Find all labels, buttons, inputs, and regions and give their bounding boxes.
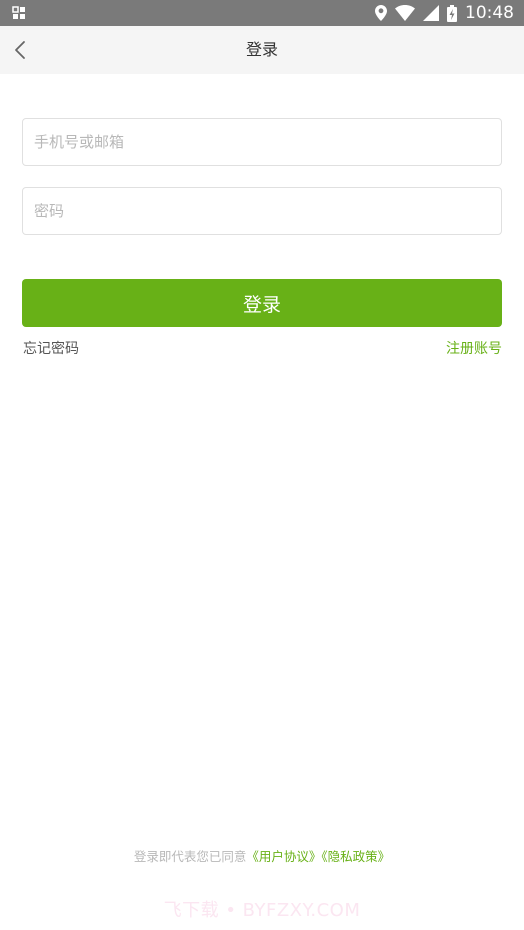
- phone-email-field[interactable]: [22, 118, 502, 166]
- status-bar: 10:48: [0, 0, 524, 26]
- privacy-policy-link[interactable]: 《隐私政策》: [321, 849, 390, 864]
- user-agreement-link[interactable]: 《用户协议》: [246, 849, 321, 864]
- page-title: 登录: [245, 40, 278, 59]
- nav-bar: 登录: [0, 26, 524, 74]
- password-field[interactable]: [22, 187, 502, 235]
- location-icon: [375, 5, 387, 21]
- forgot-password-link[interactable]: 忘记密码: [23, 338, 79, 358]
- notification-grid-icon: [12, 6, 25, 19]
- wifi-icon: [395, 5, 415, 21]
- battery-charging-icon: [447, 4, 457, 22]
- status-time: 10:48: [465, 3, 514, 23]
- login-button[interactable]: 登录: [22, 279, 502, 327]
- status-icons: 10:48: [375, 0, 514, 26]
- password-input[interactable]: [23, 188, 501, 234]
- agreement-prefix: 登录即代表您已同意: [133, 849, 247, 864]
- signal-icon: [423, 5, 439, 21]
- agreement-notice: 登录即代表您已同意《用户协议》《隐私政策》: [0, 846, 524, 865]
- register-account-link[interactable]: 注册账号: [446, 338, 502, 358]
- phone-email-input[interactable]: [23, 119, 501, 165]
- watermark: 飞下载 • BYFZXY.COM: [163, 900, 361, 921]
